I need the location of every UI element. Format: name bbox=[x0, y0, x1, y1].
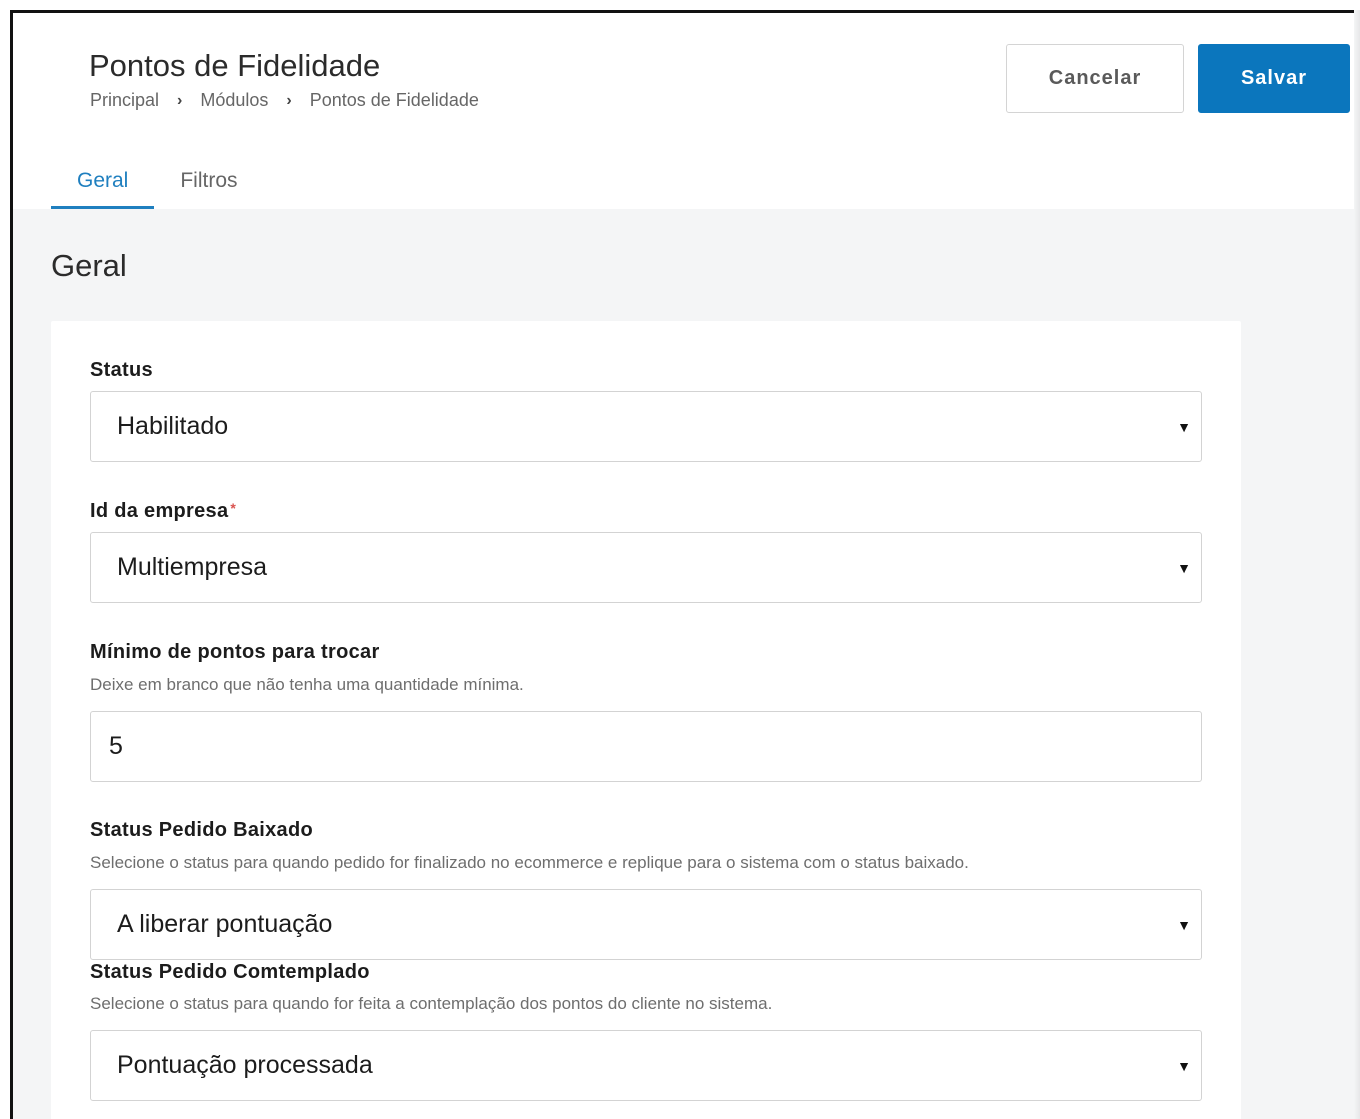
order-status-contemplated-help: Selecione o status para quando for feita… bbox=[90, 994, 773, 1013]
page-header: Pontos de Fidelidade Principal › Módulos… bbox=[13, 13, 1360, 209]
min-points-input[interactable]: 5 bbox=[90, 711, 1202, 782]
breadcrumb-item-current: Pontos de Fidelidade bbox=[309, 90, 479, 110]
status-label: Status bbox=[90, 359, 153, 381]
tab-filtros[interactable]: Filtros bbox=[154, 158, 263, 209]
cancel-button[interactable]: Cancelar bbox=[1006, 44, 1184, 113]
chevron-right-icon: › bbox=[177, 91, 183, 109]
caret-down-icon: ▼ bbox=[1177, 559, 1191, 576]
section-title: Geral bbox=[51, 248, 127, 283]
caret-down-icon: ▼ bbox=[1177, 1057, 1191, 1074]
min-points-input-value: 5 bbox=[109, 732, 123, 760]
order-status-contemplated-value: Pontuação processada bbox=[117, 1051, 373, 1079]
page-title: Pontos de Fidelidade bbox=[89, 48, 381, 83]
min-points-label: Mínimo de pontos para trocar bbox=[90, 641, 380, 663]
company-id-label-text: Id da empresa bbox=[90, 500, 229, 522]
breadcrumb-item-modulos[interactable]: Módulos bbox=[200, 90, 268, 111]
content-area: Geral Status Habilitado ▼ Id da empresa *… bbox=[13, 209, 1360, 1119]
tab-bar: Geral Filtros bbox=[51, 158, 264, 209]
app-frame: Pontos de Fidelidade Principal › Módulos… bbox=[10, 10, 1360, 1119]
status-select-value: Habilitado bbox=[117, 412, 229, 440]
chevron-right-icon: › bbox=[286, 91, 292, 109]
window-edge bbox=[1354, 10, 1360, 1119]
caret-down-icon: ▼ bbox=[1177, 418, 1191, 435]
company-id-select-value: Multiempresa bbox=[117, 553, 268, 581]
order-status-contemplated-select[interactable]: Pontuação processada ▼ bbox=[90, 1030, 1202, 1101]
save-button[interactable]: Salvar bbox=[1198, 44, 1350, 113]
order-status-contemplated-label: Status Pedido Comtemplado bbox=[90, 961, 370, 983]
form-card: Status Habilitado ▼ Id da empresa * Multi… bbox=[51, 321, 1241, 1119]
company-id-select[interactable]: Multiempresa ▼ bbox=[90, 532, 1202, 603]
status-select[interactable]: Habilitado ▼ bbox=[90, 391, 1202, 462]
breadcrumb-item-principal[interactable]: Principal bbox=[90, 90, 159, 111]
min-points-help: Deixe em branco que não tenha uma quanti… bbox=[90, 675, 524, 694]
caret-down-icon: ▼ bbox=[1177, 916, 1191, 933]
order-status-closed-value: A liberar pontuação bbox=[117, 910, 333, 938]
company-id-label: Id da empresa * bbox=[90, 500, 236, 523]
order-status-closed-select[interactable]: A liberar pontuação ▼ bbox=[90, 889, 1202, 960]
required-marker: * bbox=[230, 500, 237, 516]
order-status-closed-help: Selecione o status para quando pedido fo… bbox=[90, 853, 969, 872]
tab-geral[interactable]: Geral bbox=[51, 158, 155, 209]
order-status-closed-label: Status Pedido Baixado bbox=[90, 819, 314, 841]
breadcrumb: Principal › Módulos › Pontos de Fidelida… bbox=[90, 90, 479, 111]
